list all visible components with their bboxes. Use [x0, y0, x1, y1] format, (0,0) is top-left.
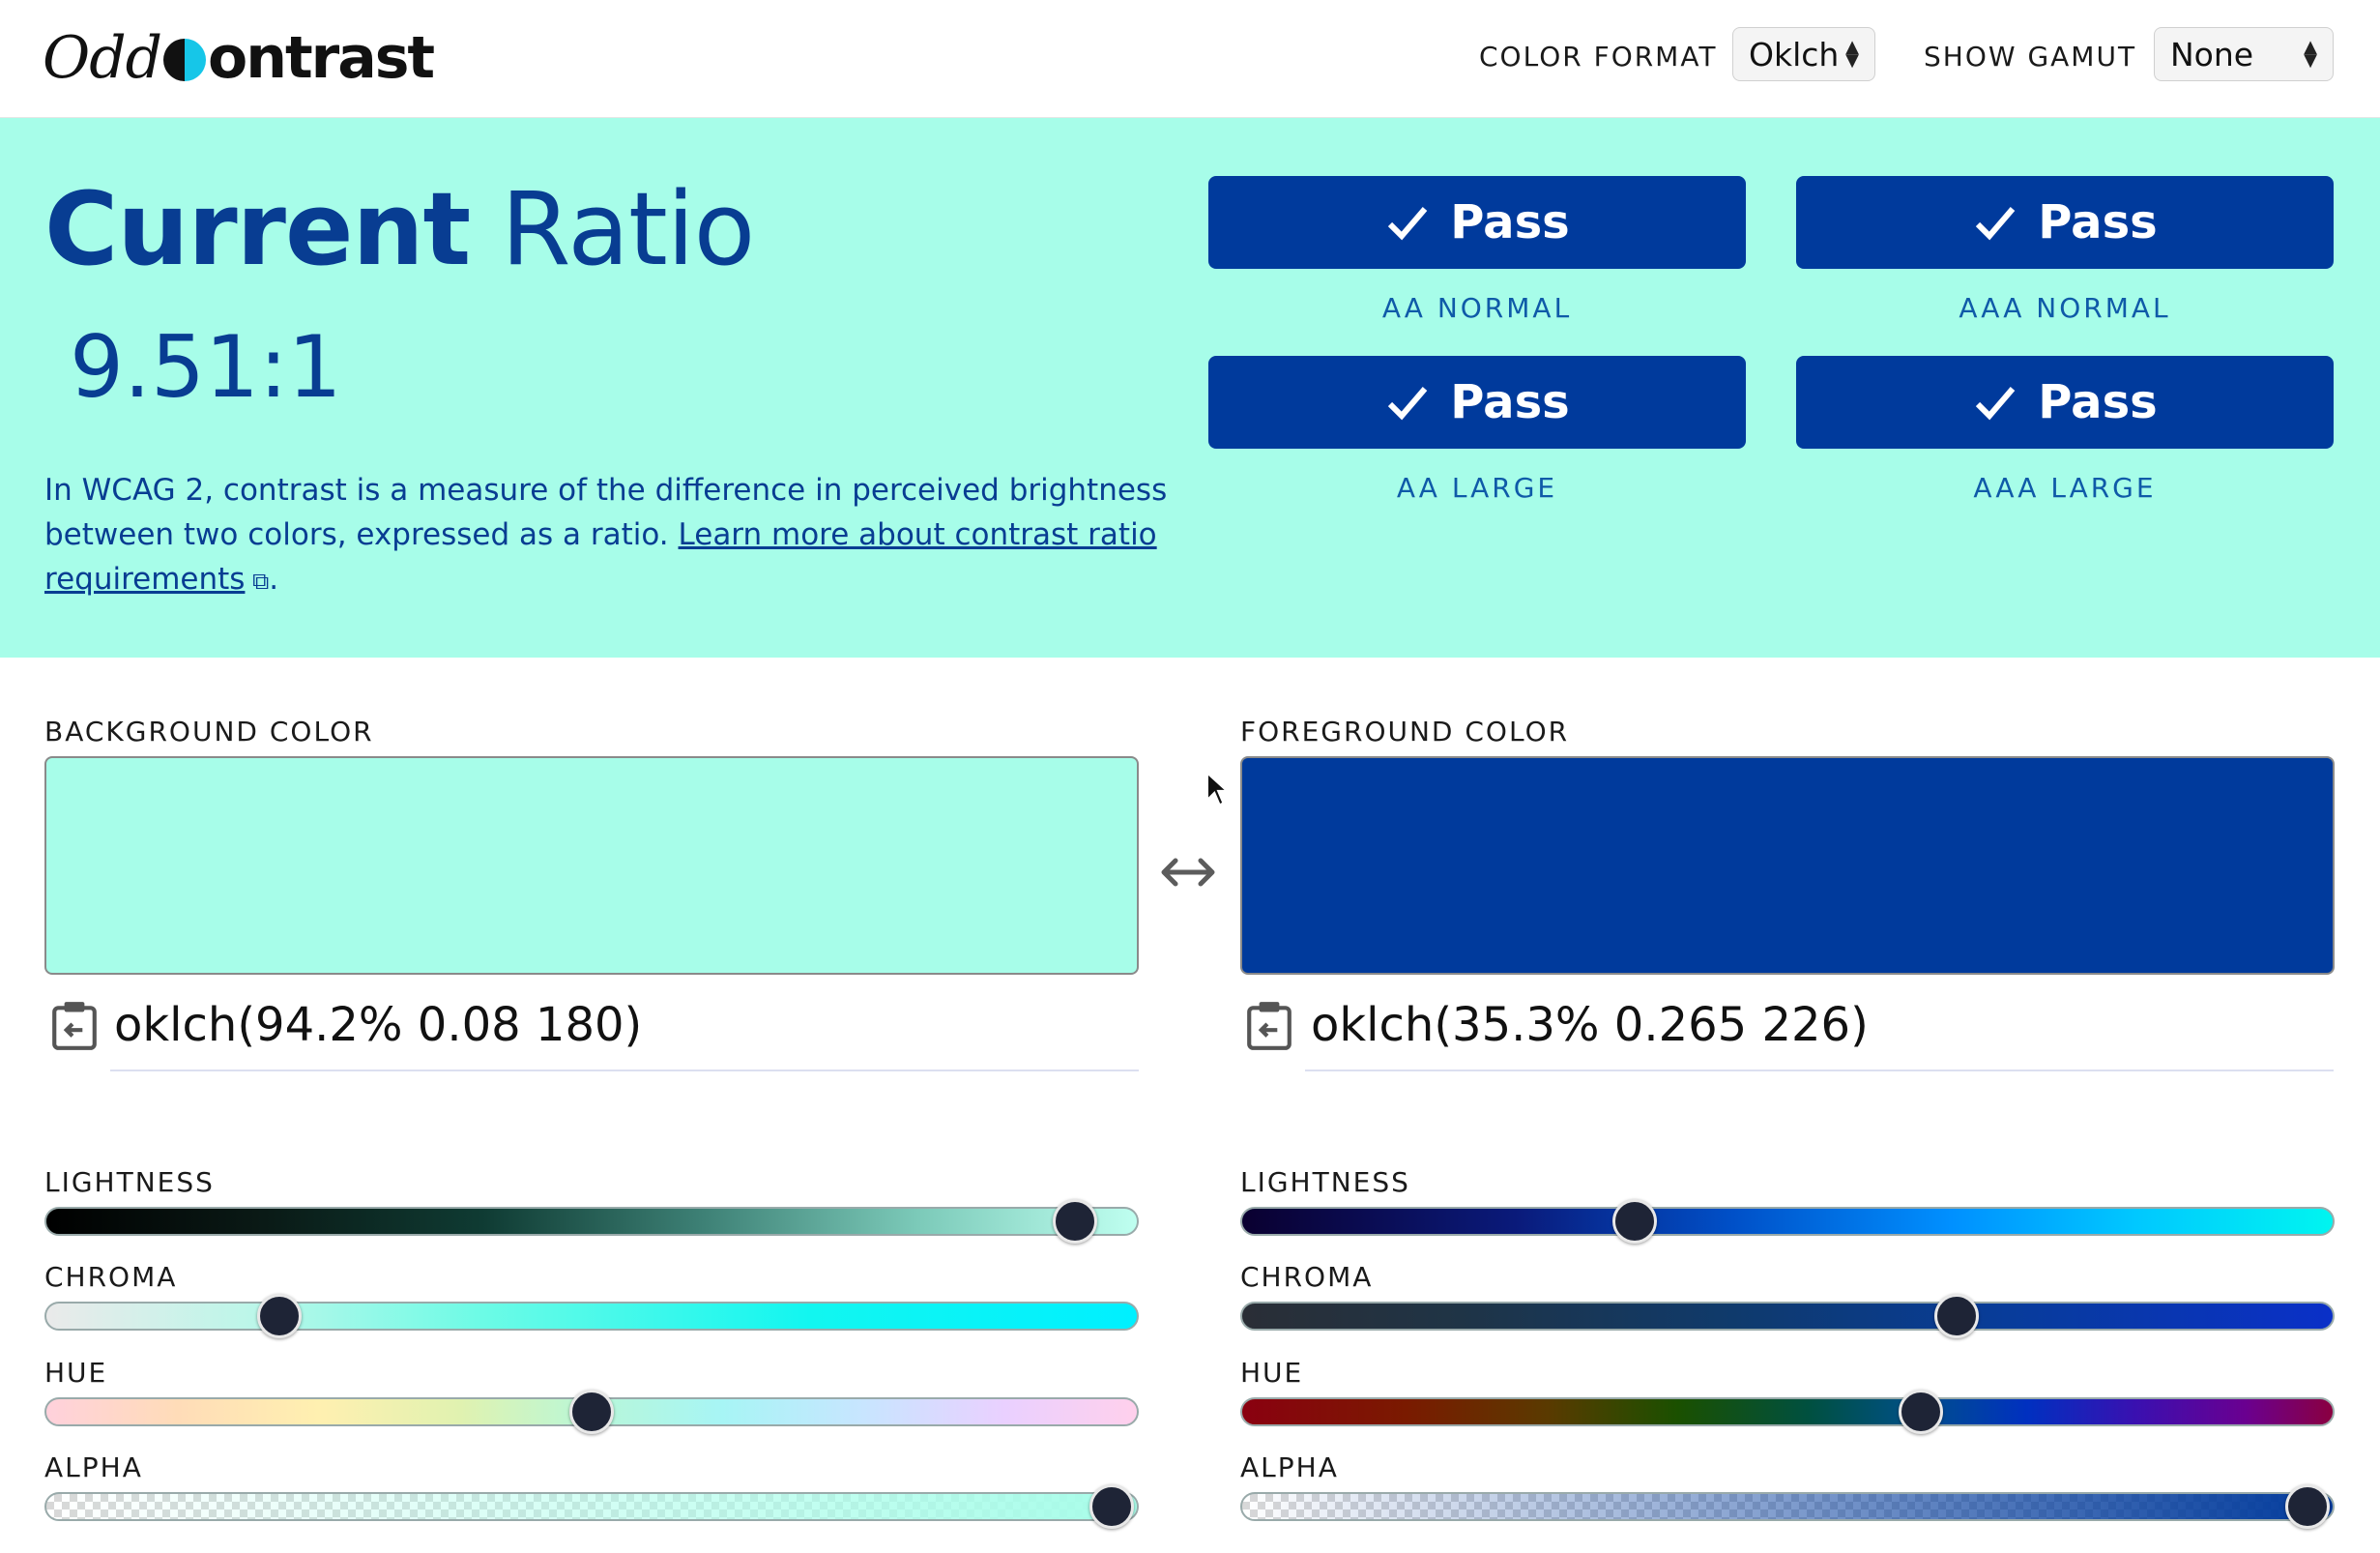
- logo[interactable]: Odd ontrast: [43, 21, 435, 95]
- aa-large-result: Pass: [1208, 356, 1746, 449]
- aa-normal-label: AA NORMAL: [1381, 292, 1573, 324]
- swap-colors-icon[interactable]: [1158, 851, 1218, 894]
- show-gamut-value: None: [2170, 35, 2254, 73]
- fg-chroma-slider[interactable]: [1240, 1302, 2335, 1331]
- logo-odd: Odd: [43, 24, 162, 92]
- check-icon: [1976, 387, 2016, 421]
- bg-alpha-thumb[interactable]: [1088, 1484, 1134, 1529]
- color-format-value: Oklch: [1749, 35, 1840, 73]
- foreground-value-underline: [1305, 1070, 2334, 1071]
- check-icon: [1976, 207, 2016, 241]
- bg-alpha-slider[interactable]: [44, 1492, 1139, 1521]
- fg-lightness-slider[interactable]: [1240, 1207, 2335, 1236]
- logo-contrast-icon: [163, 39, 207, 81]
- ratio-title: Current Ratio: [44, 170, 755, 288]
- aaa-normal-result: Pass: [1796, 176, 2334, 269]
- aa-normal-result: Pass: [1208, 176, 1746, 269]
- background-value-underline: [110, 1070, 1139, 1071]
- ratio-title-bold: Current: [44, 170, 471, 288]
- bg-chroma-slider[interactable]: [44, 1302, 1139, 1331]
- check-icon: [1388, 387, 1428, 421]
- bg-chroma-thumb[interactable]: [257, 1294, 303, 1338]
- ratio-description-end: .: [269, 562, 279, 597]
- bg-chroma-label: CHROMA: [44, 1261, 178, 1293]
- bg-alpha-label: ALPHA: [44, 1451, 143, 1483]
- aa-large-label: AA LARGE: [1396, 472, 1558, 504]
- color-format-select[interactable]: Oklch ▲ ▼: [1732, 27, 1875, 81]
- aa-normal-result-text: Pass: [1450, 195, 1570, 249]
- external-link-icon: ⧉: [245, 568, 270, 595]
- app-header: Odd ontrast COLOR FORMAT Oklch ▲ ▼ SHOW G…: [0, 0, 2380, 118]
- logo-contrast: ontrast: [208, 24, 435, 92]
- ratio-title-light: Ratio: [501, 170, 755, 288]
- fg-alpha-thumb[interactable]: [2284, 1484, 2330, 1529]
- ratio-description: In WCAG 2, contrast is a measure of the …: [44, 468, 1205, 603]
- bg-hue-label: HUE: [44, 1357, 108, 1389]
- background-color-label: BACKGROUND COLOR: [44, 716, 374, 747]
- foreground-color-label: FOREGROUND COLOR: [1240, 716, 1570, 747]
- fg-chroma-thumb[interactable]: [1934, 1294, 1980, 1338]
- copy-to-clipboard-icon[interactable]: [1245, 1000, 1293, 1052]
- check-icon: [1388, 207, 1428, 241]
- aaa-large-result-text: Pass: [2038, 375, 2158, 429]
- foreground-color-value[interactable]: oklch(35.3% 0.265 226): [1311, 998, 1869, 1052]
- mouse-cursor-icon: [1206, 772, 1230, 806]
- copy-to-clipboard-icon[interactable]: [50, 1000, 99, 1052]
- bg-lightness-slider[interactable]: [44, 1207, 1139, 1236]
- fg-hue-label: HUE: [1240, 1357, 1304, 1389]
- color-format-label: COLOR FORMAT: [1479, 41, 1718, 73]
- fg-hue-thumb[interactable]: [1899, 1390, 1944, 1434]
- fg-alpha-gradient: [1242, 1494, 2333, 1519]
- aaa-large-result: Pass: [1796, 356, 2334, 449]
- bg-lightness-thumb[interactable]: [1053, 1199, 1098, 1244]
- bg-alpha-gradient: [46, 1494, 1137, 1519]
- contrast-ratio-value: 9.51:1: [70, 317, 342, 417]
- background-color-swatch[interactable]: [44, 756, 1139, 975]
- select-arrows-icon: ▲ ▼: [2304, 37, 2317, 71]
- background-color-value[interactable]: oklch(94.2% 0.08 180): [114, 998, 642, 1052]
- aaa-large-label: AAA LARGE: [1973, 472, 2157, 504]
- fg-alpha-slider[interactable]: [1240, 1492, 2335, 1521]
- foreground-color-swatch[interactable]: [1240, 756, 2335, 975]
- fg-hue-slider[interactable]: [1240, 1397, 2335, 1426]
- bg-hue-thumb[interactable]: [569, 1390, 614, 1434]
- show-gamut-label: SHOW GAMUT: [1924, 41, 2137, 73]
- bg-lightness-label: LIGHTNESS: [44, 1166, 215, 1198]
- fg-lightness-label: LIGHTNESS: [1240, 1166, 1410, 1198]
- fg-lightness-thumb[interactable]: [1611, 1199, 1657, 1244]
- aa-large-result-text: Pass: [1450, 375, 1570, 429]
- select-arrows-icon: ▲ ▼: [1845, 37, 1859, 71]
- fg-chroma-label: CHROMA: [1240, 1261, 1374, 1293]
- fg-alpha-label: ALPHA: [1240, 1451, 1339, 1483]
- ratio-panel: Current Ratio 9.51:1 In WCAG 2, contrast…: [0, 118, 2380, 658]
- aaa-normal-result-text: Pass: [2038, 195, 2158, 249]
- aaa-normal-label: AAA NORMAL: [1959, 292, 2171, 324]
- show-gamut-select[interactable]: None ▲ ▼: [2154, 27, 2334, 81]
